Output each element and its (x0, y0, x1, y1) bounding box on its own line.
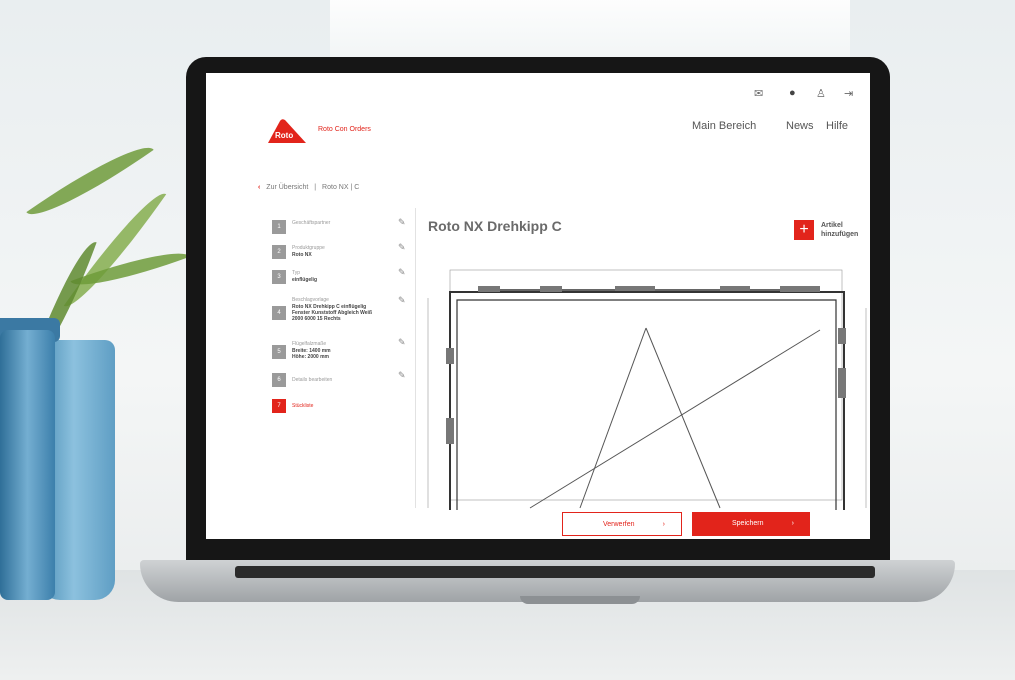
page-title: Roto NX Drehkipp C (428, 218, 562, 234)
chevron-right-icon: › (791, 520, 794, 527)
breadcrumb-back-link[interactable]: Zur Übersicht (266, 184, 308, 191)
logo-text: Roto (275, 131, 294, 140)
discard-button[interactable]: Verwerfen › (562, 512, 682, 536)
breadcrumb-separator: | (314, 184, 317, 191)
discard-label: Verwerfen (603, 521, 635, 528)
step-number: 3 (272, 270, 286, 284)
breadcrumb-current: Roto NX | C (322, 184, 360, 191)
plant-leaf (63, 182, 167, 318)
step-label: Flügelfalzmaße (292, 341, 327, 347)
step-number: 6 (272, 373, 286, 387)
nav-hilfe[interactable]: Hilfe (826, 120, 848, 132)
step-label: Produktgruppe (292, 245, 325, 251)
chevron-right-icon: › (662, 521, 665, 528)
pencil-icon[interactable]: ✎ (398, 370, 406, 381)
chevron-left-icon[interactable]: ‹ (258, 184, 260, 191)
step-value: Roto NX (292, 252, 312, 258)
pencil-icon[interactable]: ✎ (398, 337, 406, 348)
pencil-icon[interactable]: ✎ (398, 242, 406, 253)
step-number: 4 (272, 306, 286, 320)
step-value: Roto NX Drehkipp C einflügelig Fenster K… (292, 304, 373, 322)
pencil-icon[interactable]: ✎ (398, 267, 406, 278)
user-icon[interactable]: ♙ (816, 87, 826, 100)
step-value: einflügelig (292, 277, 317, 283)
nav-main-bereich[interactable]: Main Bereich (692, 120, 756, 132)
step-number: 1 (272, 220, 286, 234)
pencil-icon[interactable]: ✎ (398, 295, 406, 306)
globe-icon[interactable]: ● (789, 87, 796, 99)
add-article-button[interactable]: + (794, 220, 814, 240)
pencil-icon[interactable]: ✎ (398, 217, 406, 228)
step-number: 2 (272, 245, 286, 259)
coffee-cup (0, 330, 55, 600)
brand-name[interactable]: Roto Con Orders (318, 126, 371, 133)
add-article-label[interactable]: Artikel hinzufügen (821, 221, 858, 239)
laptop-notch (520, 596, 640, 604)
nav-news[interactable]: News (786, 120, 814, 132)
breadcrumb: ‹ Zur Übersicht | Roto NX | C (258, 184, 359, 191)
step-label: Typ (292, 270, 301, 276)
logout-icon[interactable]: ⇥ (844, 87, 853, 100)
save-label: Speichern (732, 520, 764, 527)
step-label: Beschlagvorlage (292, 297, 329, 303)
step-value: Breite: 1400 mm Höhe: 2000 mm (292, 348, 331, 360)
step-label: Stückliste (292, 403, 314, 409)
window-drawing (427, 269, 867, 510)
laptop-screen: ✉ ● ♙ ⇥ Roto Roto Con Orders Main Bereic… (206, 73, 870, 539)
save-button[interactable]: Speichern › (692, 512, 810, 536)
step-label: Details bearbeiten (292, 377, 333, 383)
laptop-keyboard (235, 566, 875, 578)
step-number: 5 (272, 345, 286, 359)
mail-icon[interactable]: ✉ (754, 87, 763, 100)
step-number: 7 (272, 399, 286, 413)
sidebar-divider (415, 208, 416, 508)
step-label: Geschäftspartner (292, 220, 331, 226)
